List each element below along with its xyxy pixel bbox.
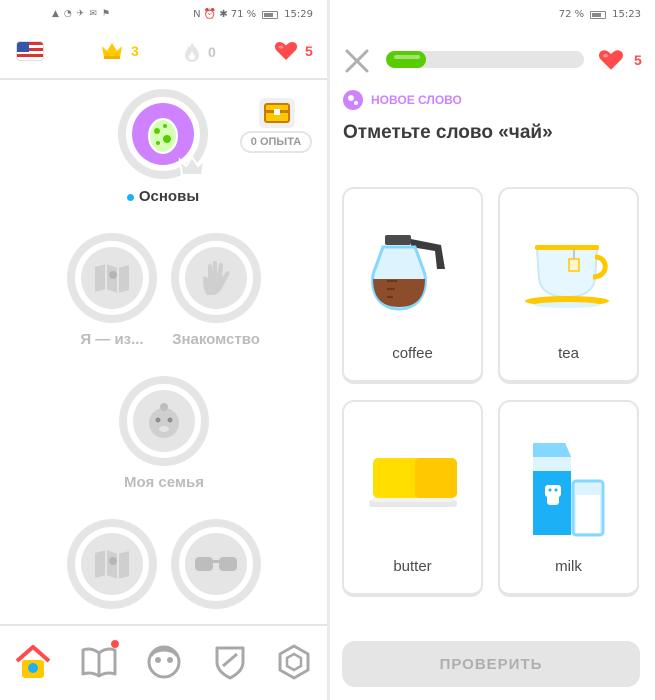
map-icon bbox=[95, 550, 129, 579]
map-icon bbox=[95, 264, 129, 293]
us-flag-icon[interactable] bbox=[16, 41, 44, 61]
hearts-counter[interactable]: 5 bbox=[598, 49, 642, 71]
heart-icon bbox=[274, 42, 298, 60]
egg-icon bbox=[148, 118, 178, 154]
lesson-screen: 72 % 15:23 5 НОВОЕ СЛОВО Отметьте слово … bbox=[330, 0, 655, 700]
flame-icon bbox=[185, 42, 199, 62]
chest-tile[interactable] bbox=[259, 98, 295, 128]
skill-family[interactable] bbox=[119, 376, 209, 466]
battery-percent: 72 % bbox=[558, 9, 585, 20]
progress-fill bbox=[386, 51, 426, 68]
option-word: butter bbox=[393, 558, 432, 575]
nfc-icon: N ⏰ ✱ bbox=[193, 9, 228, 20]
option-word: coffee bbox=[392, 345, 433, 362]
battery-icon bbox=[262, 10, 279, 19]
milk-icon bbox=[532, 443, 604, 537]
clock: 15:29 bbox=[284, 9, 313, 20]
shop-icon bbox=[278, 644, 310, 680]
crowns-counter[interactable]: 3 bbox=[100, 41, 139, 61]
skill-from[interactable] bbox=[67, 233, 157, 323]
chest-icon bbox=[264, 103, 290, 123]
prompt-text: Отметьте слово «чай» bbox=[343, 122, 553, 143]
sunglasses-icon bbox=[195, 557, 237, 571]
skill-greetings-label: Знакомство bbox=[172, 331, 260, 348]
home-icon bbox=[15, 645, 51, 678]
status-bar: 72 % 15:23 bbox=[330, 0, 655, 30]
coffee-pot-icon bbox=[370, 235, 445, 311]
butter-icon bbox=[368, 458, 457, 507]
tea-cup-icon bbox=[524, 245, 609, 308]
skill-greetings[interactable] bbox=[171, 233, 261, 323]
skill-places[interactable] bbox=[67, 519, 157, 609]
option-card-butter[interactable]: butter bbox=[342, 400, 483, 597]
profile-icon bbox=[147, 645, 181, 679]
option-card-coffee[interactable]: coffee bbox=[342, 187, 483, 384]
hearts-counter[interactable]: 5 bbox=[274, 41, 313, 61]
xp-label: 0 ОПЫТА bbox=[240, 131, 312, 153]
streak-counter[interactable]: 0 bbox=[183, 41, 216, 63]
option-card-tea[interactable]: tea bbox=[498, 187, 639, 384]
skill-crown-icon bbox=[178, 155, 206, 176]
book-icon bbox=[81, 647, 117, 678]
heart-icon bbox=[599, 50, 623, 70]
option-word: milk bbox=[555, 558, 582, 575]
check-button[interactable]: ПРОВЕРИТЬ bbox=[342, 641, 640, 687]
new-word-icon bbox=[343, 90, 363, 110]
new-dot-icon bbox=[126, 193, 134, 201]
learn-screen: ▲◔✈✉⚑ N ⏰ ✱ 71 % 15:29 3 0 5 Основы bbox=[0, 0, 327, 700]
lesson-progress-bar bbox=[386, 51, 584, 68]
top-bar: 3 0 5 bbox=[0, 30, 327, 80]
bottom-nav bbox=[0, 624, 327, 700]
status-bar: ▲ ◔ ✈ ✉ ⚑ N ⏰ ✱ 71 % 15:29 bbox=[0, 0, 327, 30]
skill-family-label: Моя семья bbox=[124, 474, 204, 491]
close-icon[interactable] bbox=[344, 48, 370, 74]
tab-home[interactable] bbox=[13, 642, 53, 682]
hand-wave-icon bbox=[203, 260, 230, 295]
tab-stories[interactable] bbox=[79, 640, 119, 682]
skill-style[interactable] bbox=[171, 519, 261, 609]
battery-icon bbox=[590, 10, 607, 19]
battery-percent: 71 % bbox=[230, 9, 257, 20]
option-card-milk[interactable]: milk bbox=[498, 400, 639, 597]
tab-leagues[interactable] bbox=[210, 642, 250, 682]
option-word: tea bbox=[558, 345, 579, 362]
clock: 15:23 bbox=[612, 9, 641, 20]
skill-basics-label: Основы bbox=[93, 188, 233, 205]
notification-dot-icon bbox=[111, 640, 119, 648]
tab-shop[interactable] bbox=[274, 642, 314, 682]
status-icons: ▲ ◔ ✈ ✉ ⚑ bbox=[52, 9, 110, 19]
crown-icon bbox=[102, 43, 122, 59]
baby-icon bbox=[149, 403, 179, 438]
new-word-badge: НОВОЕ СЛОВО bbox=[343, 90, 462, 110]
shield-icon bbox=[215, 646, 245, 680]
tab-profile[interactable] bbox=[144, 642, 184, 682]
